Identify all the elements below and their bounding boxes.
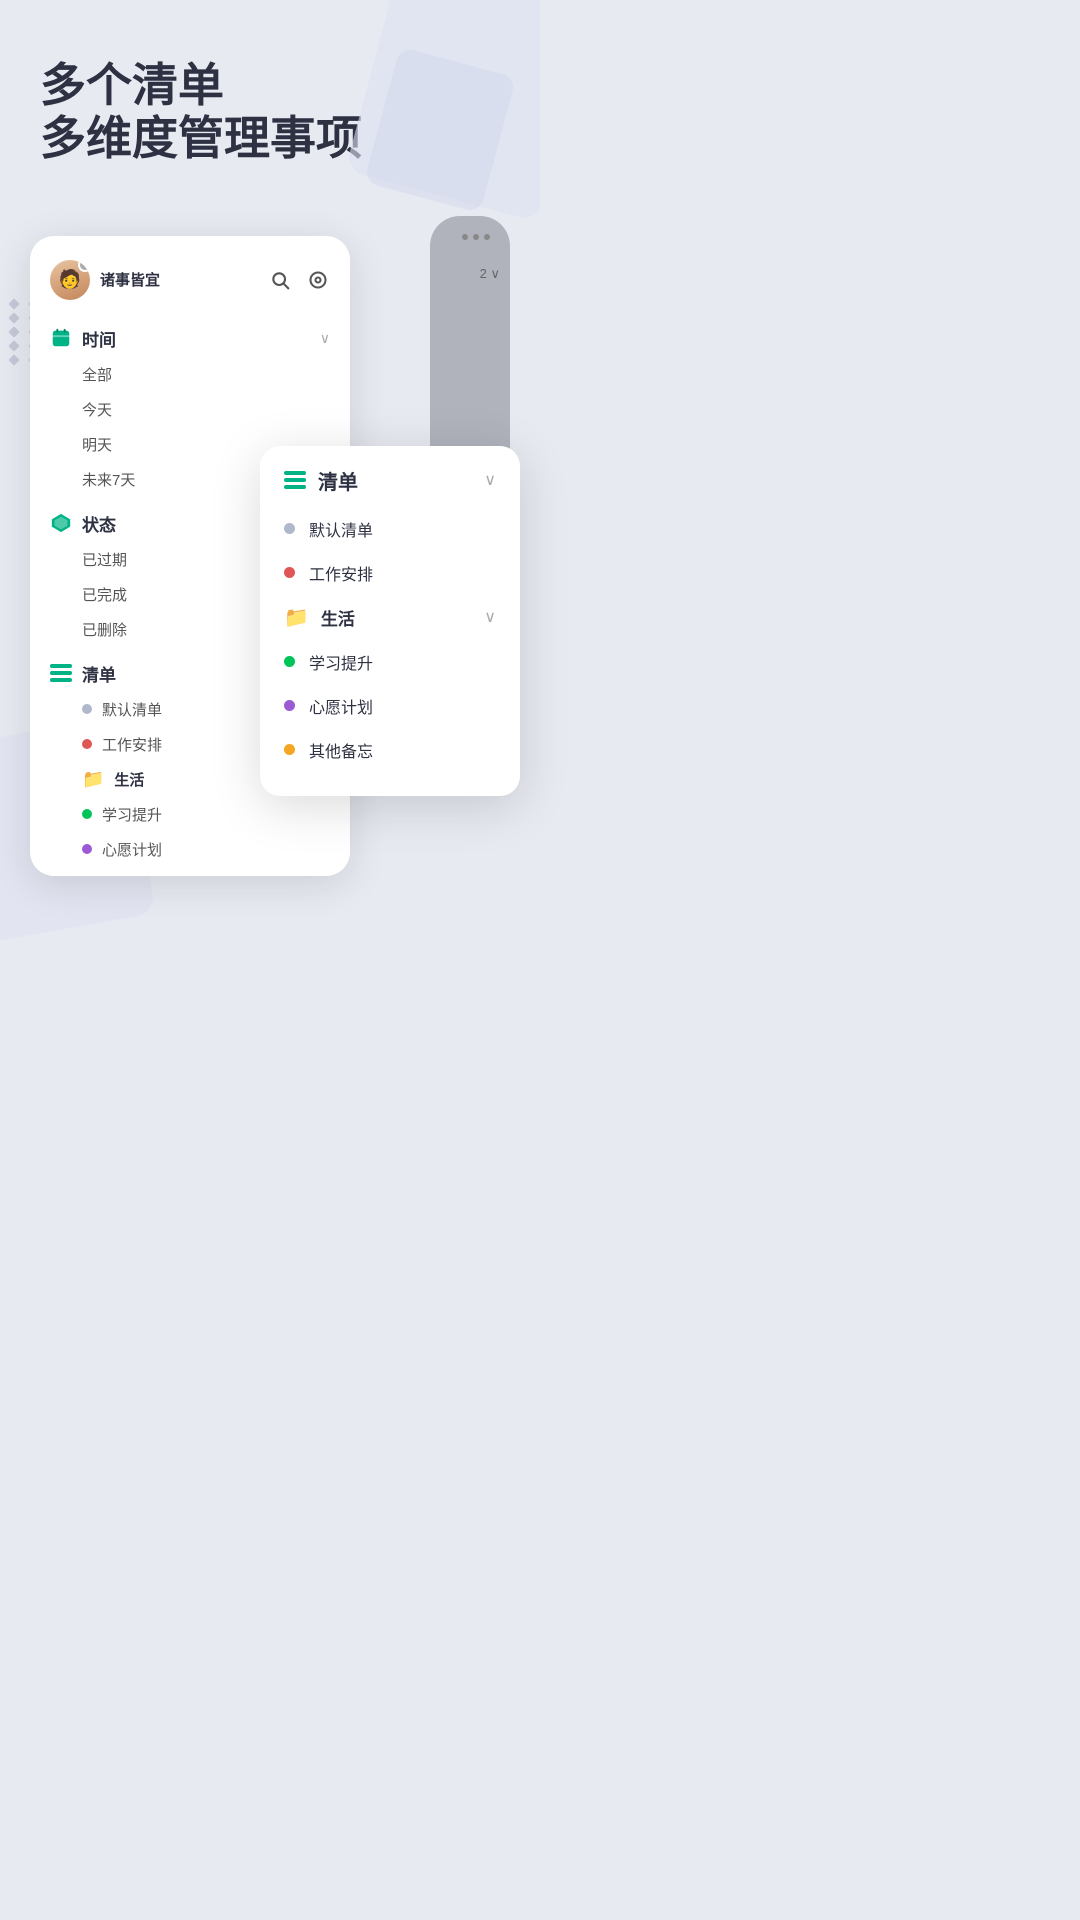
list-item-wish[interactable]: 心愿计划 <box>50 832 330 867</box>
dropdown-header[interactable]: 清单 ∨ <box>260 466 520 507</box>
chevron-down-icon-life: ∨ <box>484 607 496 627</box>
search-icon[interactable] <box>268 268 292 292</box>
dropdown-item-other[interactable]: 其他备忘 <box>260 728 520 772</box>
time-item-all[interactable]: 全部 <box>50 357 330 392</box>
list-item-other[interactable]: 其他备忘 <box>50 867 330 876</box>
dropdown-folder-icon-life: 📁 <box>284 605 309 630</box>
status-icon <box>50 512 72 534</box>
dot-study <box>82 809 92 819</box>
title-line1: 多个清单 <box>40 60 500 111</box>
dropdown-item-work[interactable]: 工作安排 <box>260 551 520 595</box>
dot-default <box>82 704 92 714</box>
dropdown-folder-name-life: 生活 <box>321 605 484 630</box>
dot-wish <box>82 844 92 854</box>
sidebar-username: 诸事皆宜 <box>100 269 160 290</box>
chevron-down-icon-dropdown: ∨ <box>484 470 496 490</box>
list-item-study[interactable]: 学习提升 <box>50 797 330 832</box>
dropdown-dot-default <box>284 523 295 534</box>
dropdown-item-wish[interactable]: 心愿计划 <box>260 684 520 728</box>
phone-bg-count: 2 ∨ <box>480 266 500 282</box>
folder-icon-life: 📁 <box>82 769 104 790</box>
calendar-icon <box>50 327 72 349</box>
dropdown-dot-wish <box>284 700 295 711</box>
dropdown-list-icon <box>284 471 306 489</box>
dropdown-label-wish: 心愿计划 <box>309 694 373 718</box>
list-icon <box>50 662 72 684</box>
title-section: 多个清单 多维度管理事项 <box>0 0 540 196</box>
chevron-down-icon-time: ∨ <box>320 330 330 347</box>
dot-work <box>82 739 92 749</box>
dropdown-item-study[interactable]: 学习提升 <box>260 640 520 684</box>
title-line2: 多维度管理事项 <box>40 111 500 166</box>
section-header-list-left: 清单 <box>50 661 116 686</box>
sidebar-user: 🧑 诸事皆宜 <box>50 260 160 300</box>
dropdown-label-study: 学习提升 <box>309 650 373 674</box>
section-header-status-left: 状态 <box>50 511 116 536</box>
dropdown-dot-other <box>284 744 295 755</box>
dropdown-label-work: 工作安排 <box>309 561 373 585</box>
phone-mockup-area: 2 ∨ + 🧑 诸事皆宜 <box>30 216 510 876</box>
sidebar-header: 🧑 诸事皆宜 <box>30 260 350 316</box>
phone-bg-top-icons <box>462 234 490 240</box>
dropdown-folder-life[interactable]: 📁 生活 ∨ <box>260 595 520 640</box>
sidebar-action-icons <box>268 268 330 292</box>
dropdown-section-title: 清单 <box>318 466 358 495</box>
section-title-time: 时间 <box>82 326 116 351</box>
dropdown-panel: 清单 ∨ 默认清单 工作安排 📁 生活 ∨ 学习提升 心愿计划 其他备 <box>260 446 520 796</box>
time-item-today[interactable]: 今天 <box>50 392 330 427</box>
dropdown-header-left: 清单 <box>284 466 358 495</box>
section-header-time[interactable]: 时间 ∨ <box>50 316 330 357</box>
dropdown-label-other: 其他备忘 <box>309 738 373 762</box>
avatar-badge <box>78 260 90 272</box>
dropdown-label-default: 默认清单 <box>309 517 373 541</box>
section-title-status: 状态 <box>82 511 116 536</box>
dropdown-item-default[interactable]: 默认清单 <box>260 507 520 551</box>
dropdown-dot-study <box>284 656 295 667</box>
target-icon[interactable] <box>306 268 330 292</box>
section-title-list: 清单 <box>82 661 116 686</box>
section-header-time-left: 时间 <box>50 326 116 351</box>
dropdown-dot-work <box>284 567 295 578</box>
avatar: 🧑 <box>50 260 90 300</box>
